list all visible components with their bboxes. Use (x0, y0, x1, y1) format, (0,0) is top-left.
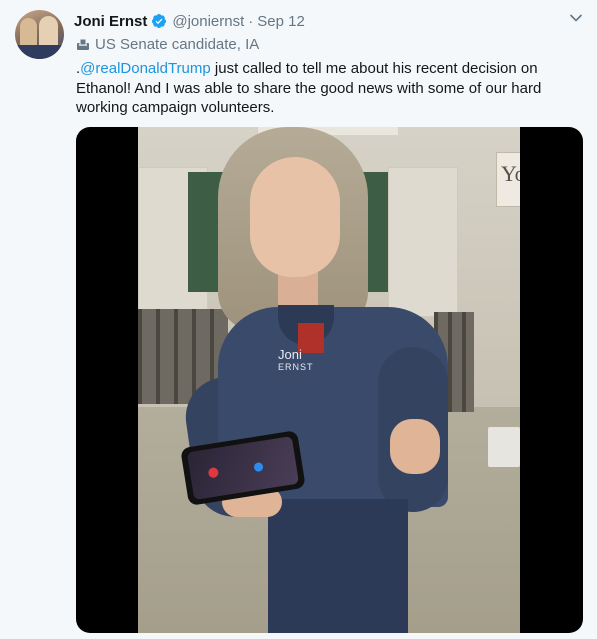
author-handle[interactable]: @joniernst (172, 13, 244, 30)
avatar-person-left (20, 18, 37, 48)
separator-dot: · (248, 12, 254, 30)
chevron-down-icon[interactable] (569, 13, 583, 23)
author-name[interactable]: Joni Ernst (74, 13, 147, 30)
verified-badge-icon (152, 14, 167, 28)
person-face (250, 157, 340, 277)
tweet-text: .@realDonaldTrump just called to tell me… (76, 59, 576, 118)
tweet-header: Joni Ernst @joniernst · Sep 12 (74, 11, 305, 31)
person-right-hand (390, 419, 440, 474)
wall-panel (388, 167, 458, 317)
wall-sign: Yo (496, 152, 520, 207)
avatar[interactable] (15, 10, 64, 59)
logo-line1: Joni (278, 347, 302, 362)
call-button-icon (253, 461, 264, 473)
media-video[interactable]: Yo Joni ERNST (76, 127, 583, 633)
avatar-shirt (15, 45, 64, 59)
end-call-icon (207, 466, 220, 479)
tweet[interactable]: Joni Ernst @joniernst · Sep 12 US Senate… (0, 0, 597, 639)
side-table (488, 427, 520, 467)
phone-screen (186, 436, 300, 500)
logo-line2: ERNST (278, 362, 314, 372)
mention-link[interactable]: @realDonaldTrump (80, 60, 211, 77)
ballot-box-icon (77, 38, 89, 50)
label-text: US Senate candidate, IA (95, 36, 260, 53)
person-jeans (268, 499, 408, 633)
tweet-date[interactable]: Sep 12 (257, 13, 305, 30)
government-label: US Senate candidate, IA (76, 36, 259, 53)
jacket-logo: Joni ERNST (278, 347, 338, 377)
video-frame: Yo Joni ERNST (138, 127, 520, 633)
